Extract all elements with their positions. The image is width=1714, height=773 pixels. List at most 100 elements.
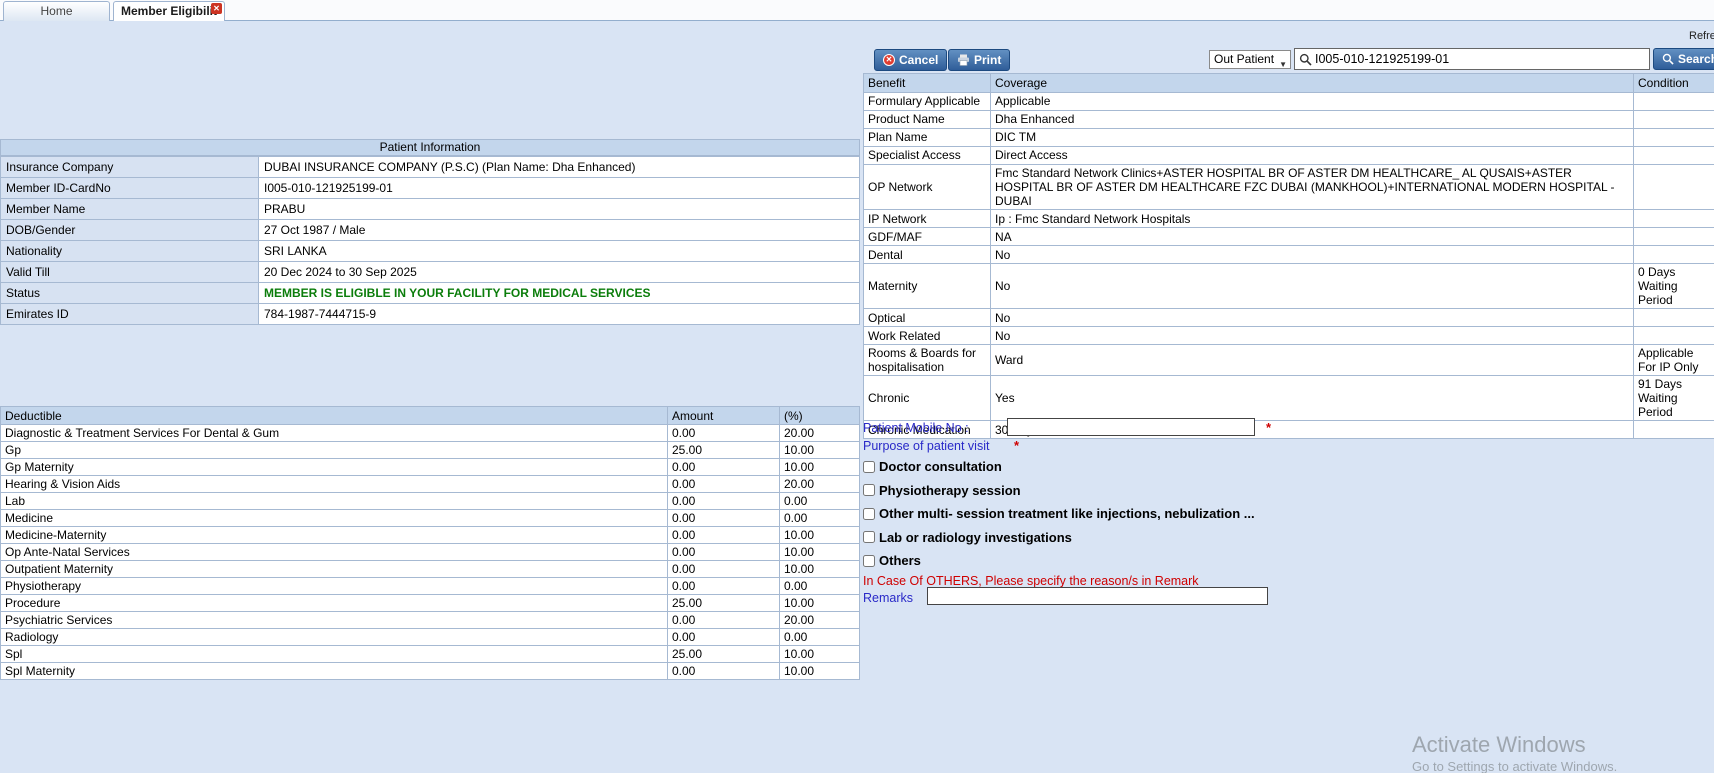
purpose-option[interactable]: Doctor consultation — [863, 455, 1543, 479]
deductible-name: Hearing & Vision Aids — [0, 475, 668, 493]
deductible-name: Outpatient Maternity — [0, 560, 668, 578]
patient-info-title: Patient Information — [0, 139, 860, 156]
benefit-coverage: Dha Enhanced — [990, 110, 1634, 129]
deductible-row: Spl 25.00 10.00 — [0, 645, 860, 663]
purpose-checkbox[interactable] — [863, 460, 875, 473]
benefit-column-header: Coverage — [990, 73, 1634, 93]
deductible-name: Diagnostic & Treatment Services For Dent… — [0, 424, 668, 442]
deductible-percent: 10.00 — [779, 560, 860, 578]
patient-type-value: Out Patient — [1214, 52, 1275, 66]
purpose-checkbox[interactable] — [863, 531, 875, 544]
tab-member-eligibility[interactable]: Member Eligibilit ✕ — [113, 1, 225, 21]
deductible-amount: 0.00 — [667, 475, 780, 493]
deductible-row: Gp 25.00 10.00 — [0, 441, 860, 459]
mobile-number-input[interactable] — [1007, 418, 1255, 436]
patient-info-row: Emirates ID 784-1987-7444715-9 — [0, 303, 860, 325]
mobile-required-marker: * — [1266, 420, 1272, 435]
deductible-column-header: (%) — [779, 406, 860, 425]
benefit-coverage: Applicable — [990, 92, 1634, 111]
patient-info-field-label: Valid Till — [0, 261, 259, 283]
remarks-input[interactable] — [927, 587, 1268, 605]
benefit-row: GDF/MAF NA — [863, 227, 1714, 247]
purpose-checkbox[interactable] — [863, 507, 875, 520]
benefit-coverage: No — [990, 326, 1634, 346]
deductible-percent: 20.00 — [779, 611, 860, 629]
benefit-coverage: No — [990, 308, 1634, 328]
search-button[interactable]: Search — [1653, 48, 1714, 70]
deductible-amount: 0.00 — [667, 611, 780, 629]
patient-info-field-label: Insurance Company — [0, 156, 259, 178]
benefit-row: Optical No — [863, 308, 1714, 328]
benefit-condition: 91 Days Waiting Period — [1633, 375, 1714, 422]
purpose-option-label: Other multi- session treatment like inje… — [879, 506, 1255, 522]
benefit-row: Maternity No 0 Days Waiting Period — [863, 263, 1714, 310]
benefit-condition — [1633, 209, 1714, 229]
search-input[interactable] — [1315, 50, 1645, 68]
deductible-percent: 10.00 — [779, 543, 860, 561]
member-eligibility-screen: Home Member Eligibilit ✕ Refresh Patient… — [0, 0, 1714, 773]
purpose-options-list: Doctor consultation Physiotherapy session… — [863, 455, 1543, 573]
deductible-amount: 0.00 — [667, 509, 780, 527]
benefit-condition — [1633, 110, 1714, 129]
patient-info-row: Status MEMBER IS ELIGIBLE IN YOUR FACILIT… — [0, 282, 860, 304]
benefit-condition — [1633, 245, 1714, 265]
purpose-option[interactable]: Physiotherapy session — [863, 479, 1543, 503]
patient-type-select[interactable]: Out Patient ▼ — [1209, 50, 1291, 69]
deductible-row: Medicine-Maternity 0.00 10.00 — [0, 526, 860, 544]
deductible-row: Lab 0.00 0.00 — [0, 492, 860, 510]
benefit-name: Maternity — [863, 263, 991, 310]
refresh-link[interactable]: Refresh — [1689, 30, 1714, 42]
cancel-button[interactable]: ✕ Cancel — [874, 49, 948, 71]
magnifier-icon — [1299, 53, 1312, 66]
benefit-name: OP Network — [863, 163, 991, 211]
deductible-amount: 0.00 — [667, 424, 780, 442]
benefit-coverage: Fmc Standard Network Clinics+ASTER HOSPI… — [990, 163, 1634, 211]
purpose-option[interactable]: Lab or radiology investigations — [863, 526, 1543, 550]
search-button-icon — [1662, 53, 1674, 65]
deductible-amount: 0.00 — [667, 458, 780, 476]
patient-info-field-value: DUBAI INSURANCE COMPANY (P.S.C) (Plan Na… — [258, 156, 860, 178]
print-button-label: Print — [974, 53, 1002, 67]
benefit-condition: 0 Days Waiting Period — [1633, 263, 1714, 310]
deductible-row: Spl Maternity 0.00 10.00 — [0, 662, 860, 680]
benefit-header-row: Benefit Coverage Condition — [863, 73, 1714, 93]
deductible-amount: 0.00 — [667, 577, 780, 595]
deductible-percent: 0.00 — [779, 628, 860, 646]
deductible-name: Spl — [0, 645, 668, 663]
benefit-coverage: Yes — [990, 375, 1634, 422]
tab-home[interactable]: Home — [3, 1, 110, 21]
benefit-name: GDF/MAF — [863, 227, 991, 247]
patient-info-field-label: Emirates ID — [0, 303, 259, 325]
deductible-percent: 20.00 — [779, 475, 860, 493]
patient-info-field-label: Status — [0, 282, 259, 304]
purpose-checkbox[interactable] — [863, 554, 875, 567]
benefit-name: Plan Name — [863, 128, 991, 147]
benefit-coverage: Ward — [990, 344, 1634, 377]
purpose-checkbox[interactable] — [863, 484, 875, 497]
purpose-option[interactable]: Others — [863, 549, 1543, 573]
benefit-name: Optical — [863, 308, 991, 328]
deductible-name: Spl Maternity — [0, 662, 668, 680]
benefit-condition — [1633, 227, 1714, 247]
benefit-column-header: Benefit — [863, 73, 991, 93]
print-button[interactable]: Print — [948, 49, 1011, 71]
deductible-name: Gp — [0, 441, 668, 459]
deductible-row: Hearing & Vision Aids 0.00 20.00 — [0, 475, 860, 493]
benefit-name: Dental — [863, 245, 991, 265]
benefit-name: Product Name — [863, 110, 991, 129]
deductible-name: Gp Maternity — [0, 458, 668, 476]
deductible-row: Diagnostic & Treatment Services For Dent… — [0, 424, 860, 442]
tab-member-eligibility-label: Member Eligibilit — [120, 4, 217, 18]
tab-close-icon[interactable]: ✕ — [211, 3, 222, 14]
benefit-row: OP Network Fmc Standard Network Clinics+A… — [863, 163, 1714, 211]
benefit-name: IP Network — [863, 209, 991, 229]
deductible-percent: 0.00 — [779, 577, 860, 595]
cancel-circle-icon: ✕ — [883, 54, 895, 66]
patient-info-row: Member Name PRABU — [0, 198, 860, 220]
patient-info-field-label: DOB/Gender — [0, 219, 259, 241]
benefit-coverage: NA — [990, 227, 1634, 247]
deductible-name: Op Ante-Natal Services — [0, 543, 668, 561]
purpose-option[interactable]: Other multi- session treatment like inje… — [863, 502, 1543, 526]
benefit-row: Specialist Access Direct Access — [863, 146, 1714, 165]
deductible-row: Procedure 25.00 10.00 — [0, 594, 860, 612]
